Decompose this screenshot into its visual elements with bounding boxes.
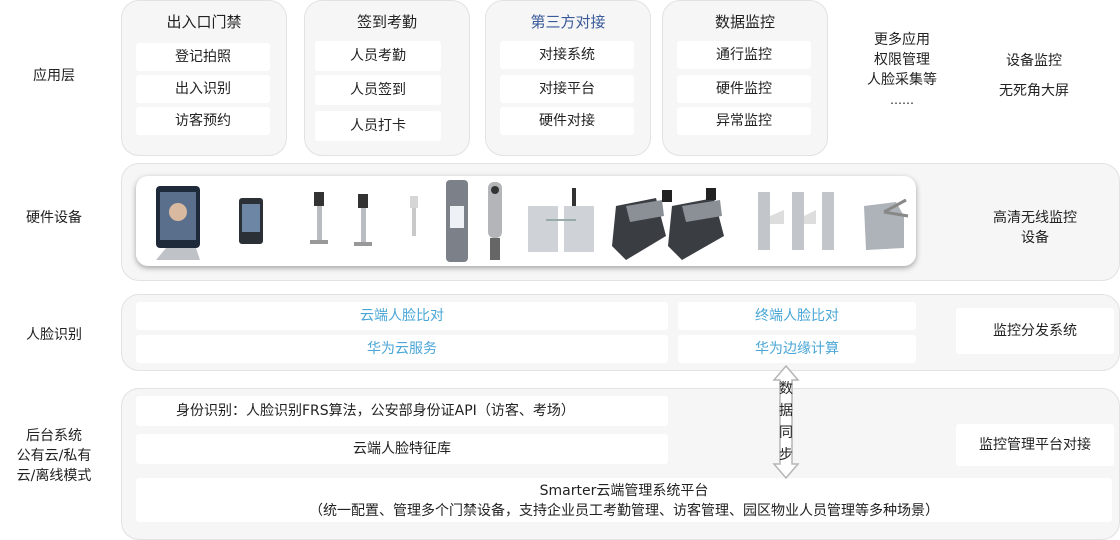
app-item: 出入识别 bbox=[136, 75, 270, 103]
hd-wireless-monitor: 高清无线监控 设备 bbox=[970, 208, 1100, 248]
more-apps-line: 人脸采集等 bbox=[867, 72, 937, 88]
device-illustrations bbox=[156, 180, 909, 262]
app-column-title: 签到考勤 bbox=[356, 13, 417, 31]
app-column-title: 第三方对接 bbox=[530, 13, 606, 31]
data-sync-char: 同 bbox=[779, 425, 793, 441]
cloud-face-feature-db: 云端人脸特征库 bbox=[136, 434, 668, 464]
huawei-edge-computing: 华为边缘计算 bbox=[678, 335, 916, 363]
app-item: 访客预约 bbox=[136, 107, 270, 135]
layer-label-app: 应用层 bbox=[33, 68, 75, 84]
app-item: 对接平台 bbox=[500, 75, 634, 103]
more-apps-line: 更多应用 bbox=[874, 32, 930, 48]
app-item: 人员打卡 bbox=[315, 111, 441, 141]
terminal-face-compare: 终端人脸比对 bbox=[678, 302, 916, 330]
platform-description: （统一配置、管理多个门禁设备，支持企业员工考勤管理、访客管理、园区物业人员管理等… bbox=[309, 503, 939, 519]
speed-gate-icon bbox=[668, 188, 724, 260]
app-item: 通行监控 bbox=[677, 41, 811, 69]
backend-label-line: 云/离线模式 bbox=[16, 468, 92, 484]
pedestal-terminal-icon bbox=[310, 192, 328, 244]
column-device-icon bbox=[488, 182, 502, 260]
monitor-platform-integration: 监控管理平台对接 bbox=[956, 424, 1114, 466]
data-sync-char: 步 bbox=[779, 447, 793, 463]
device-monitor-line: 设备监控 bbox=[1006, 53, 1062, 69]
more-apps-line: 权限管理 bbox=[874, 52, 930, 68]
data-sync-char: 据 bbox=[779, 403, 793, 419]
more-apps: 更多应用 权限管理 人脸采集等 …… bbox=[846, 30, 958, 110]
app-column-title: 数据监控 bbox=[714, 13, 775, 31]
pedestal-terminal-icon bbox=[354, 194, 372, 246]
app-column-title: 出入口门禁 bbox=[166, 13, 242, 31]
device-monitor-line: 无死角大屏 bbox=[999, 83, 1069, 99]
data-sync-char: 数 bbox=[779, 381, 793, 397]
tripod-turnstile-icon bbox=[864, 198, 909, 250]
app-item: 对接系统 bbox=[500, 41, 634, 69]
app-column-attendance: 签到考勤 人员考勤 人员签到 人员打卡 bbox=[304, 0, 470, 156]
backend-label-line: 公有云/私有 bbox=[16, 448, 92, 464]
platform-title: Smarter云端管理系统平台 bbox=[539, 483, 709, 499]
app-item: 人员考勤 bbox=[315, 41, 441, 71]
huawei-cloud-service: 华为云服务 bbox=[136, 335, 668, 363]
layer-label-backend: 后台系统 公有云/私有 云/离线模式 bbox=[0, 426, 108, 486]
app-item: 硬件监控 bbox=[677, 75, 811, 103]
backend-label-line: 后台系统 bbox=[26, 428, 82, 444]
data-sync-label: 数 据 同 步 bbox=[776, 378, 796, 466]
monitor-dispatch-system: 监控分发系统 bbox=[956, 308, 1114, 354]
app-item: 登记拍照 bbox=[136, 43, 270, 71]
identity-recognition: 身份识别：人脸识别FRS算法，公安部身份证API（访客、考场） bbox=[136, 396, 668, 426]
app-item: 人员签到 bbox=[315, 75, 441, 105]
swing-gate-icon bbox=[528, 188, 594, 252]
layer-label-face: 人脸识别 bbox=[26, 327, 82, 343]
more-apps-line: …… bbox=[890, 93, 914, 107]
app-item: 异常监控 bbox=[677, 107, 811, 135]
flap-barrier-icon bbox=[758, 192, 834, 250]
speed-gate-icon bbox=[612, 190, 672, 260]
wall-terminal-icon bbox=[239, 198, 263, 244]
app-item: 硬件对接 bbox=[500, 107, 634, 135]
hd-wireless-monitor-line: 设备 bbox=[1021, 230, 1049, 246]
face-terminal-tablet-icon bbox=[156, 186, 200, 260]
layer-label-hardware: 硬件设备 bbox=[26, 210, 82, 226]
app-column-third-party: 第三方对接 对接系统 对接平台 硬件对接 bbox=[485, 0, 651, 156]
app-column-data-monitor: 数据监控 通行监控 硬件监控 异常监控 bbox=[662, 0, 828, 156]
smarter-platform: Smarter云端管理系统平台 （统一配置、管理多个门禁设备，支持企业员工考勤管… bbox=[136, 478, 1112, 522]
column-device-icon bbox=[446, 180, 468, 262]
device-photo-strip bbox=[136, 176, 916, 266]
app-column-access: 出入口门禁 登记拍照 出入识别 访客预约 bbox=[121, 0, 287, 156]
device-monitor: 设备监控 无死角大屏 bbox=[980, 46, 1088, 106]
hd-wireless-monitor-line: 高清无线监控 bbox=[993, 210, 1077, 226]
pedestal-terminal-icon bbox=[410, 196, 418, 236]
cloud-face-compare: 云端人脸比对 bbox=[136, 302, 668, 330]
